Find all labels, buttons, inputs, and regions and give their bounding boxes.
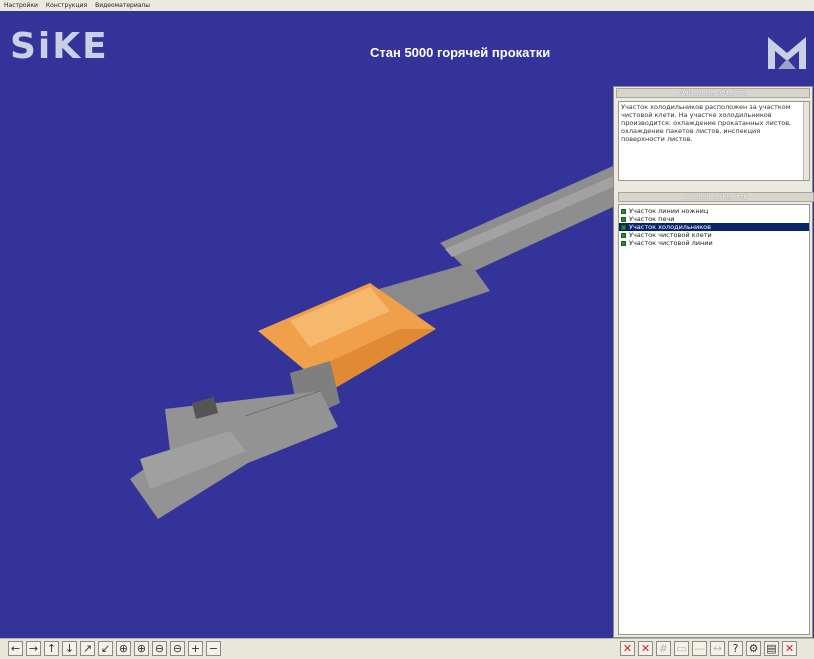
measure-icon[interactable]: ↔ [710,641,725,656]
list-item-label: Участок холодильников [629,223,711,231]
description-scrollbar[interactable] [803,102,809,180]
zoom-in-icon[interactable]: + [188,641,203,656]
description-text: Участок холодильников расположен за учас… [621,103,792,143]
tilt-down-icon[interactable]: ↙ [98,641,113,656]
description-box: Участок холодильников расположен за учас… [618,101,810,181]
sike-logo: SiKE [10,26,109,67]
settings-icon[interactable]: ⚙ [746,641,761,656]
list-item[interactable]: Участок чистовой линии [619,239,809,247]
object-list-title: Список объектов [618,192,814,202]
hide-object-icon[interactable]: ✕ [620,641,635,656]
menu-item-settings[interactable]: Настройки [0,2,42,9]
checkbox-icon[interactable] [621,224,626,230]
checkbox-icon[interactable] [621,208,626,214]
list-item-label: Участок чистовой клети [629,231,712,239]
move-down-icon[interactable]: ↓ [62,641,77,656]
list-item[interactable]: Участок чистовой клети [619,231,809,239]
close-icon[interactable]: ✕ [782,641,797,656]
menu-item-construction[interactable]: Конструкция [42,2,91,9]
pan-right-icon[interactable]: → [26,641,41,656]
checkbox-icon[interactable] [621,232,626,238]
list-item-selected[interactable]: Участок холодильников [619,223,809,231]
pan-left-icon[interactable]: ← [8,641,23,656]
object-list: Участок линии ножниц Участок печи Участо… [618,204,810,635]
mmk-logo-icon [768,37,806,69]
rotate-right-icon[interactable]: ⊕ [134,641,149,656]
list-item[interactable]: Участок линии ножниц [619,207,809,215]
checkbox-icon[interactable] [621,216,626,222]
layer-icon[interactable]: ▭ [674,641,689,656]
move-up-icon[interactable]: ↑ [44,641,59,656]
list-item-label: Участок линии ножниц [629,207,709,215]
tilt-up-icon[interactable]: ↗ [80,641,95,656]
list-item-label: Участок чистовой линии [629,239,713,247]
checkbox-icon[interactable] [621,240,626,246]
3d-viewport[interactable]: SiKE Стан 5000 горячей прокатки Описание… [0,11,814,638]
list-item[interactable]: Участок печи [619,215,809,223]
help-icon[interactable]: ? [728,641,743,656]
hide-all-icon[interactable]: ✕ [638,641,653,656]
page-title: Стан 5000 горячей прокатки [370,45,551,60]
list-item-label: Участок печи [629,215,675,223]
turn-right-icon[interactable]: ⊖ [170,641,185,656]
rotate-left-icon[interactable]: ⊕ [116,641,131,656]
object-panel: Описание объекта Участок холодильников р… [613,86,814,638]
grid-icon[interactable]: # [656,641,671,656]
menu-item-videos[interactable]: Видеоматериалы [91,2,154,9]
turn-left-icon[interactable]: ⊖ [152,641,167,656]
info-icon[interactable]: ▤ [764,641,779,656]
zoom-out-icon[interactable]: − [206,641,221,656]
bottom-toolbar: ← → ↑ ↓ ↗ ↙ ⊕ ⊕ ⊖ ⊖ + − ✕ ✕ # ▭ — ↔ ? ⚙ … [0,638,814,659]
line-icon[interactable]: — [692,641,707,656]
description-title: Описание объекта [616,88,810,98]
